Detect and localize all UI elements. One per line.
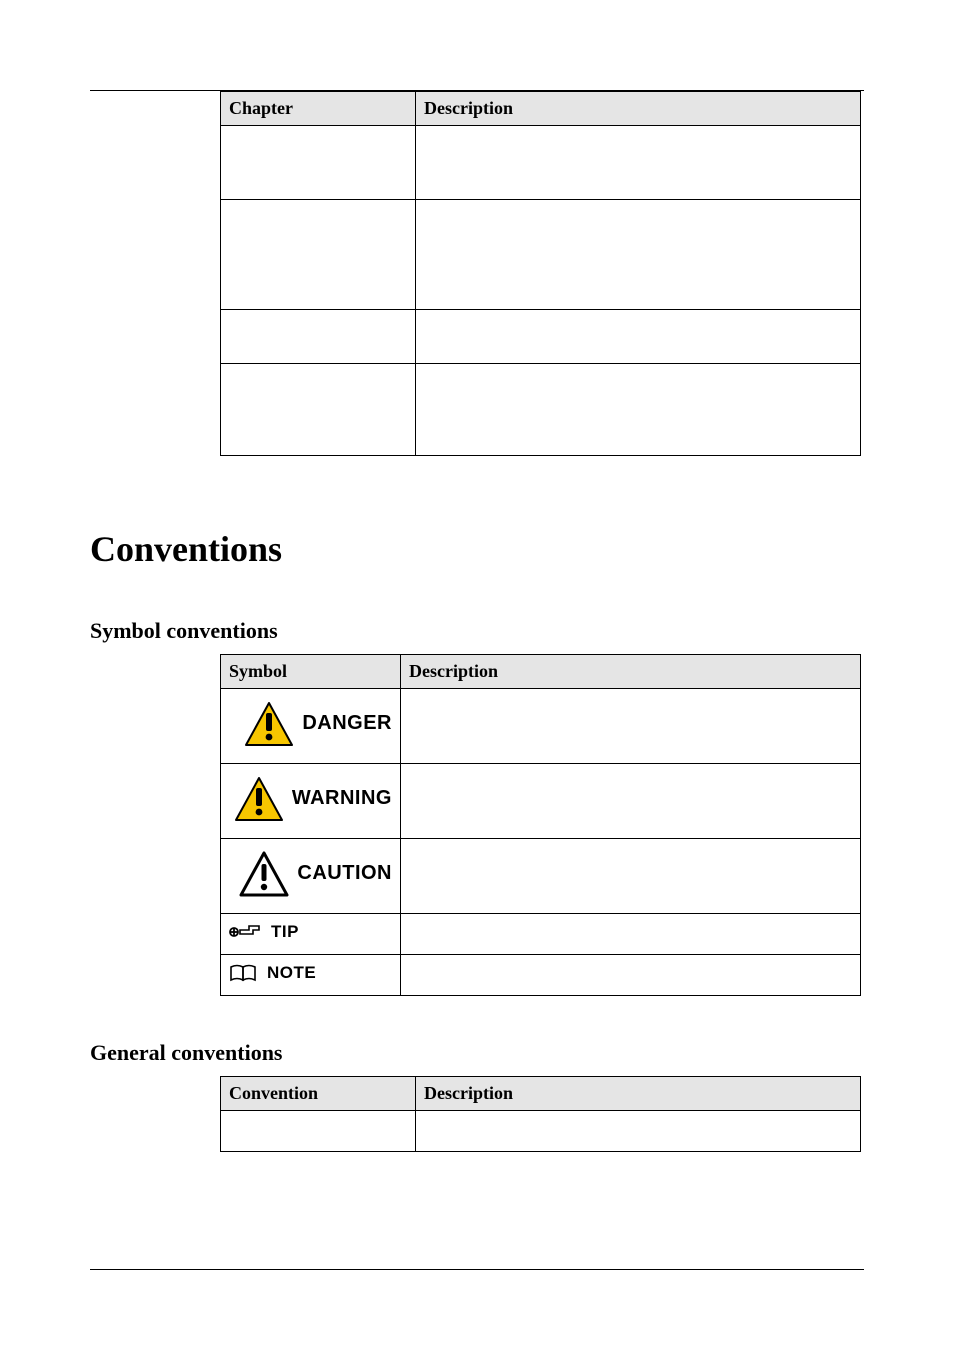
symbol-cell: TIP (221, 914, 401, 955)
warning-label: WARNING (292, 787, 392, 810)
chapter-cell (221, 310, 416, 364)
symbol-conventions-heading: Symbol conventions (90, 618, 864, 644)
description-header: Description (401, 655, 861, 689)
symbol-cell: DANGER (221, 689, 401, 764)
description-header: Description (416, 92, 861, 126)
description-cell (401, 914, 861, 955)
symbol-conventions-table: Symbol Description DANGER (220, 654, 861, 996)
general-conventions-table: Convention Description (220, 1076, 861, 1152)
chapter-cell (221, 200, 416, 310)
caution-label: CAUTION (297, 862, 392, 885)
description-cell (401, 764, 861, 839)
symbol-cell: CAUTION (221, 839, 401, 914)
chapter-header: Chapter (221, 92, 416, 126)
footer-rule (90, 1269, 864, 1270)
description-cell (401, 955, 861, 996)
description-cell (416, 364, 861, 456)
tip-label: TIP (271, 922, 299, 942)
triangle-alert-outline-icon (239, 851, 289, 897)
description-cell (401, 839, 861, 914)
danger-label: DANGER (302, 712, 392, 735)
chapter-cell (221, 364, 416, 456)
convention-header: Convention (221, 1077, 416, 1111)
tip-hand-icon (229, 922, 263, 942)
convention-cell (221, 1111, 416, 1152)
chapter-description-table: Chapter Description (220, 91, 861, 456)
conventions-heading: Conventions (90, 528, 864, 570)
general-conventions-heading: General conventions (90, 1040, 864, 1066)
description-cell (416, 200, 861, 310)
description-cell (416, 126, 861, 200)
note-label: NOTE (267, 963, 316, 983)
symbol-header: Symbol (221, 655, 401, 689)
note-book-icon (229, 963, 259, 983)
description-cell (401, 689, 861, 764)
symbol-cell: NOTE (221, 955, 401, 996)
description-header: Description (416, 1077, 861, 1111)
symbol-cell: WARNING (221, 764, 401, 839)
description-cell (416, 310, 861, 364)
triangle-alert-filled-icon (244, 701, 294, 747)
chapter-cell (221, 126, 416, 200)
description-cell (416, 1111, 861, 1152)
triangle-alert-filled-icon (234, 776, 284, 822)
